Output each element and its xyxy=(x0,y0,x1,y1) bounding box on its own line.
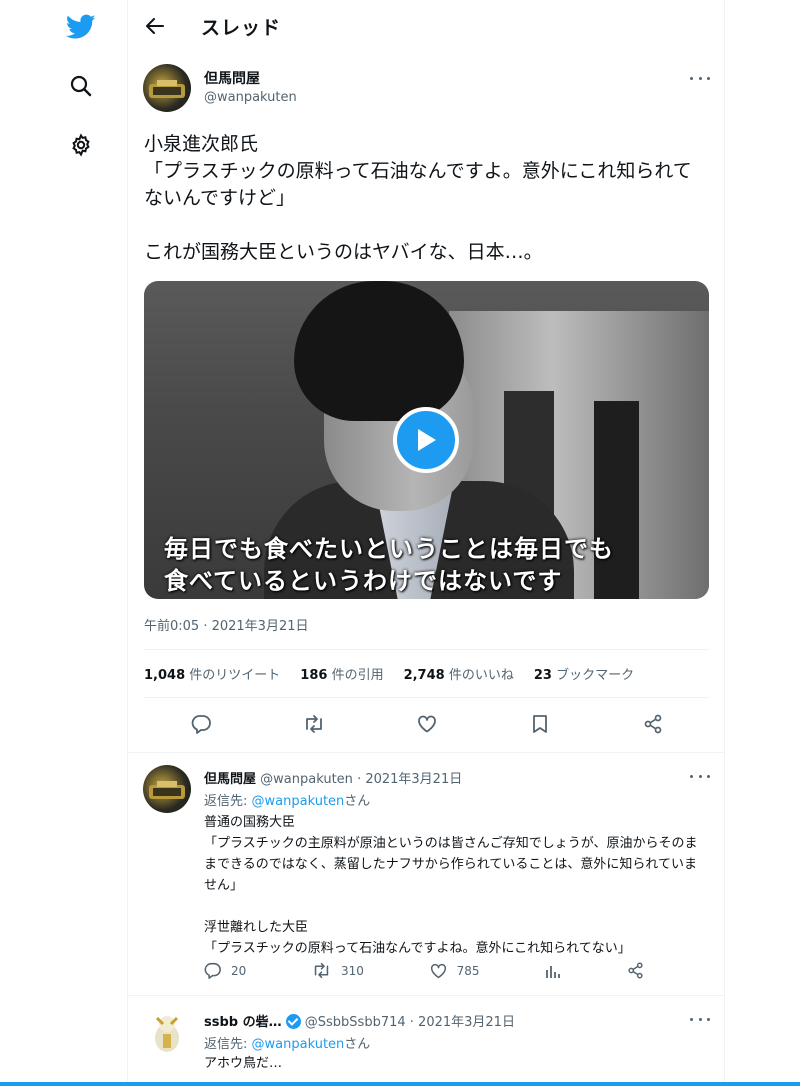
divider xyxy=(144,697,709,698)
tweet-timestamp[interactable]: 午前0:05 · 2021年3月21日 xyxy=(144,615,309,634)
reply-text: 普通の国務大臣 「プラスチックの主原料が原油というのは皆さんご存知でしょうが、原… xyxy=(204,815,698,956)
reply-to: 返信先: @wanpakutenさん xyxy=(204,790,370,809)
video-subtitle: 食べているというわけではないです xyxy=(164,567,563,595)
bookmark-label: ブックマーク xyxy=(556,668,635,683)
video-player[interactable]: 毎日でも食べたいということは毎日でも 食べているというわけではないです xyxy=(144,281,709,599)
reply-to: 返信先: @wanpakutenさん xyxy=(204,1033,370,1052)
reply-header: 但馬問屋 @wanpakuten · 2021年3月21日 xyxy=(204,768,462,787)
video-subtitle: 毎日でも食べたいということは毎日でも xyxy=(164,535,614,563)
twitter-bird-icon[interactable] xyxy=(62,8,100,46)
quote-count: 186 xyxy=(300,668,328,683)
retweet-button[interactable]: 310 xyxy=(312,962,364,979)
reply-actions: 20 310 785 xyxy=(204,962,644,979)
more-options-icon[interactable] xyxy=(690,1013,710,1025)
analytics-icon xyxy=(546,965,561,978)
video-person-hair xyxy=(294,281,464,421)
search-icon[interactable] xyxy=(62,67,100,105)
share-icon[interactable] xyxy=(641,712,665,736)
reply-text: アホウ鳥だ… xyxy=(204,1056,283,1071)
reply-to-handle[interactable]: @wanpakuten xyxy=(252,794,345,809)
reply-to-prefix: 返信先: xyxy=(204,794,252,809)
author-handle[interactable]: @wanpakuten xyxy=(260,772,353,787)
back-arrow-icon[interactable] xyxy=(144,15,166,37)
reply-date[interactable]: · 2021年3月21日 xyxy=(410,1015,515,1030)
more-options-icon[interactable] xyxy=(690,72,710,84)
author-handle[interactable]: @wanpakuten xyxy=(204,90,297,105)
page-title: スレッド xyxy=(201,16,282,39)
bookmark-icon[interactable] xyxy=(528,712,552,736)
reply-to-suffix: さん xyxy=(344,794,371,809)
retweet-icon xyxy=(314,962,329,979)
like-count: 2,748 xyxy=(403,668,445,683)
tweet-stats: 1,048 件のリツイート 186 件の引用 2,748 件のいいね 23 ブッ… xyxy=(144,664,709,683)
author-name[interactable]: 但馬問屋 xyxy=(204,772,256,787)
like-label: 件のいいね xyxy=(448,668,514,683)
like-count: 785 xyxy=(456,963,480,978)
reply-to-prefix: 返信先: xyxy=(204,1037,252,1052)
divider xyxy=(128,752,724,753)
quote-stat[interactable]: 186 件の引用 xyxy=(300,664,383,683)
gear-icon[interactable] xyxy=(62,126,100,164)
thread-header: スレッド xyxy=(128,0,724,52)
share-button[interactable] xyxy=(627,962,644,979)
play-button-icon[interactable] xyxy=(393,407,459,473)
tweet-actions xyxy=(144,712,709,736)
divider xyxy=(144,649,709,650)
like-stat[interactable]: 2,748 件のいいね xyxy=(404,664,514,683)
left-navigation xyxy=(0,0,127,1086)
more-options-icon[interactable] xyxy=(690,770,710,782)
verified-badge-icon xyxy=(285,1014,301,1029)
reply-date[interactable]: · 2021年3月21日 xyxy=(357,772,462,787)
reply-header: ssbb の砦… @SsbbSsbb714 · 2021年3月21日 xyxy=(204,1011,515,1030)
avatar[interactable] xyxy=(143,1008,191,1056)
divider xyxy=(128,995,724,996)
bookmark-count: 23 xyxy=(533,668,552,683)
retweet-label: 件のリツイート xyxy=(189,668,281,683)
retweet-count: 310 xyxy=(341,963,364,978)
analytics-button[interactable] xyxy=(545,962,561,979)
avatar[interactable] xyxy=(143,765,191,813)
author-name[interactable]: ssbb の砦… xyxy=(204,1015,282,1030)
reply-count: 20 xyxy=(231,963,247,978)
avatar[interactable] xyxy=(143,64,191,112)
retweet-count: 1,048 xyxy=(144,668,186,683)
bookmark-stat[interactable]: 23 ブックマーク xyxy=(534,664,634,683)
author-handle[interactable]: @SsbbSsbb714 xyxy=(305,1015,406,1030)
retweet-stat[interactable]: 1,048 件のリツイート xyxy=(144,664,280,683)
author-name[interactable]: 但馬問屋 xyxy=(204,68,260,88)
reply-to-handle[interactable]: @wanpakuten xyxy=(252,1037,345,1052)
reply-icon[interactable] xyxy=(189,712,213,736)
reply-icon xyxy=(204,962,221,979)
bottom-accent-bar xyxy=(0,1082,800,1086)
retweet-icon[interactable] xyxy=(302,712,326,736)
thread-column: スレッド 但馬問屋 @wanpakuten 小泉進次郎氏 「プラスチックの原料っ… xyxy=(127,0,725,1086)
quote-label: 件の引用 xyxy=(331,668,384,683)
like-button[interactable]: 785 xyxy=(430,962,480,979)
like-icon[interactable] xyxy=(415,712,439,736)
reply-button[interactable]: 20 xyxy=(204,962,246,979)
tweet-text: 小泉進次郎氏 「プラスチックの原料って石油なんですよ。意外にこれ知られてないんで… xyxy=(144,133,692,263)
reply-to-suffix: さん xyxy=(344,1037,371,1052)
share-icon xyxy=(628,962,643,979)
like-icon xyxy=(430,963,446,978)
